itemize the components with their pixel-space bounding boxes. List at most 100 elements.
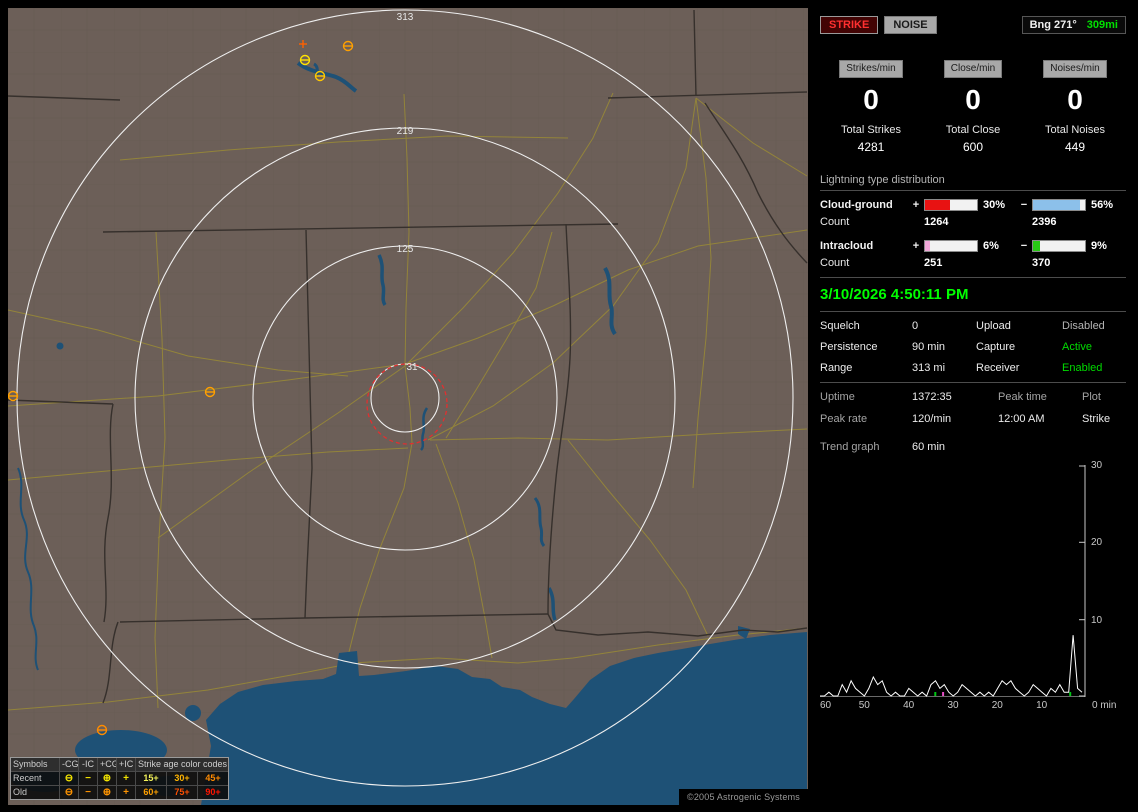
close-per-min-button[interactable]: Close/min [943, 60, 1003, 78]
y-tick-20: 20 [1091, 537, 1103, 548]
age-code-15: 15+ [135, 771, 166, 785]
uptime-value: 1372:35 [912, 391, 952, 403]
peak-time-label: Peak time [998, 391, 1047, 403]
total-close-value: 600 [962, 140, 984, 154]
neg-ic-icon: − [78, 785, 97, 799]
age-code-90: 90+ [197, 785, 228, 799]
y-tick-30: 30 [1091, 460, 1103, 471]
cg-negative-bar [1032, 199, 1086, 211]
divider [820, 311, 1126, 312]
y-tick-10: 10 [1091, 615, 1103, 626]
bearing-label: Bng 271° [1029, 19, 1077, 31]
ic-positive-bar [924, 240, 978, 252]
cg-positive-fill [925, 200, 950, 210]
clock-display: 3/10/2026 4:50:11 PM [820, 286, 969, 303]
trend-event-marker [1069, 692, 1072, 696]
x-tick-0: 0 min [1092, 700, 1117, 711]
close-column: Close/min 0 Total Close 600 [922, 60, 1024, 154]
mode-toolbar: STRIKE NOISE Bng 271° 309mi [820, 16, 1126, 34]
y-axis-ticks [1079, 465, 1085, 697]
legend-symbols-header: Symbols [11, 758, 59, 771]
ic-negative-percent: 9% [1091, 240, 1107, 252]
ic-positive-count: 251 [924, 257, 943, 269]
trend-graph-label: Trend graph [820, 441, 880, 453]
peak-rate-value: 120/min [912, 413, 952, 425]
intracloud-row: Intracloud + 6% − 9% [820, 240, 1126, 252]
noises-column: Noises/min 0 Total Noises 449 [1024, 60, 1126, 154]
neg-ic-icon: − [78, 771, 97, 785]
range-value: 313 mi [912, 362, 946, 374]
upload-status: Disabled [1062, 320, 1105, 332]
cloud-ground-label: Cloud-ground [820, 199, 893, 211]
total-noises-label: Total Noises [1045, 124, 1105, 136]
ic-negative-fill [1033, 241, 1041, 251]
x-axis-labels: 60 50 40 30 20 10 0 min [820, 700, 1116, 714]
noises-per-min-button[interactable]: Noises/min [1043, 60, 1107, 78]
pos-cg-icon: ⊕ [97, 771, 116, 785]
bearing-display: Bng 271° 309mi [1021, 16, 1126, 34]
receiver-status: Enabled [1062, 362, 1103, 374]
legend-type-neg-cg: -CG [59, 758, 78, 771]
count-label: Count [820, 216, 850, 228]
rate-counters: Strikes/min 0 Total Strikes 4281 Close/m… [820, 60, 1126, 154]
count-label: Count [820, 257, 850, 269]
svg-text:219: 219 [397, 126, 414, 137]
x-tick-30: 30 [947, 700, 959, 711]
status-grid: Uptime 1372:35 Peak time Plot Peak rate … [820, 391, 1126, 425]
x-tick-20: 20 [991, 700, 1003, 711]
plot-value: Strike [1082, 413, 1111, 425]
svg-text:31: 31 [406, 362, 418, 373]
svg-text:125: 125 [397, 244, 414, 255]
total-noises-value: 449 [1064, 140, 1086, 154]
cg-negative-percent: 56% [1091, 199, 1114, 211]
x-tick-10: 10 [1036, 700, 1048, 711]
minus-sign: − [1020, 199, 1028, 211]
squelch-label: Squelch [820, 320, 860, 332]
trend-chart-canvas [820, 465, 1086, 697]
svg-text:313: 313 [397, 12, 414, 23]
trend-header: Trend graph 60 min [820, 441, 1126, 453]
legend-recent-label: Recent [11, 771, 59, 785]
persistence-label: Persistence [820, 341, 878, 353]
cg-positive-bar [924, 199, 978, 211]
neg-cg-icon: ⊖ [59, 771, 78, 785]
legend-age-header: Strike age color codes [135, 758, 228, 771]
settings-grid: Squelch 0 Upload Disabled Persistence 90… [820, 320, 1126, 374]
strikes-per-min-button[interactable]: Strikes/min [839, 60, 903, 78]
persistence-value: 90 min [912, 341, 946, 353]
total-strikes-value: 4281 [857, 140, 885, 154]
ic-positive-fill [925, 241, 930, 251]
strike-map[interactable]: 313 219 125 31 Symbols -CG -IC +CG +IC S… [8, 8, 808, 805]
noise-mode-button[interactable]: NOISE [884, 16, 937, 34]
plus-sign: + [912, 240, 920, 252]
legend-type-neg-ic: -IC [78, 758, 97, 771]
x-tick-50: 50 [858, 700, 870, 711]
neg-cg-icon: ⊖ [59, 785, 78, 799]
strikes-per-min-value: 0 [863, 84, 879, 115]
cg-negative-count: 2396 [1032, 216, 1057, 228]
divider [820, 277, 1126, 278]
strike-mode-button[interactable]: STRIKE [820, 16, 879, 34]
strikes-column: Strikes/min 0 Total Strikes 4281 [820, 60, 922, 154]
trend-window-value: 60 min [912, 441, 946, 453]
total-strikes-label: Total Strikes [841, 124, 901, 136]
cloud-ground-row: Cloud-ground + 30% − 56% [820, 199, 1126, 211]
age-code-30: 30+ [166, 771, 197, 785]
divider [820, 382, 1126, 383]
legend-type-pos-cg: +CG [97, 758, 116, 771]
peak-time-value: 12:00 AM [998, 413, 1045, 425]
distribution-title: Lightning type distribution [820, 174, 1126, 191]
noises-per-min-value: 0 [1067, 84, 1083, 115]
age-code-75: 75+ [166, 785, 197, 799]
peak-rate-label: Peak rate [820, 413, 868, 425]
copyright-text: ©2005 Astrogenic Systems [679, 789, 808, 805]
range-label: Range [820, 362, 853, 374]
bearing-distance: 309mi [1086, 19, 1118, 31]
status-panel: STRIKE NOISE Bng 271° 309mi Strikes/min … [815, 8, 1131, 805]
age-code-60: 60+ [135, 785, 166, 799]
cg-negative-fill [1033, 200, 1080, 210]
total-close-label: Total Close [945, 124, 1001, 136]
legend-type-pos-ic: +IC [116, 758, 135, 771]
age-code-45: 45+ [197, 771, 228, 785]
trend-trace [820, 635, 1083, 697]
